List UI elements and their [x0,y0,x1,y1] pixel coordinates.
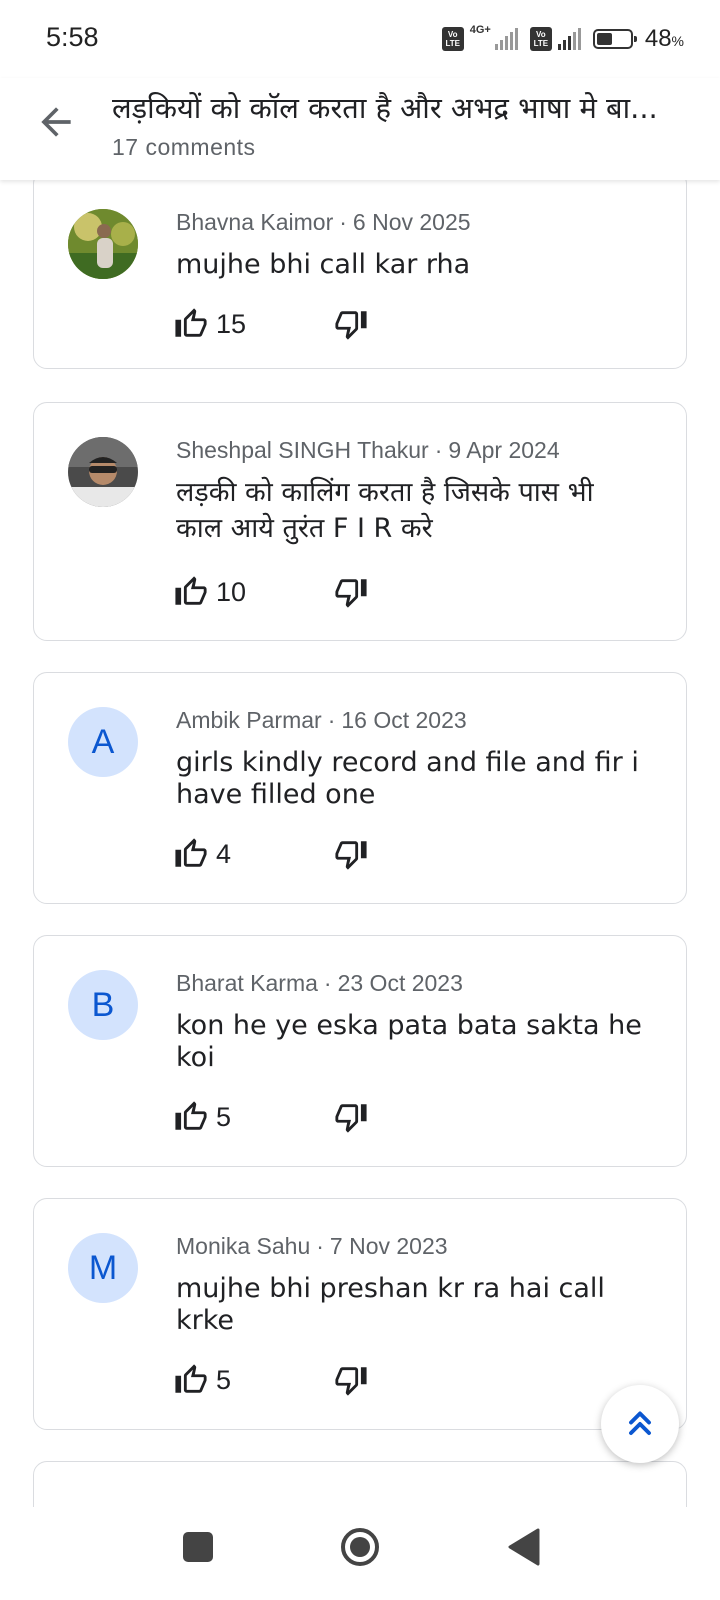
circle-icon[interactable] [340,1527,380,1567]
comment-text: लड़की को कालिंग करता है जिसके पास भी काल… [176,477,594,544]
dislike-button[interactable] [334,1363,368,1402]
triangle-back-icon[interactable] [506,1527,542,1567]
avatar[interactable]: M [68,1233,138,1303]
dislike-button[interactable] [334,837,368,876]
like-button[interactable]: 4 [174,837,231,871]
thumb-down-icon [335,311,367,340]
comment-date: 23 Oct 2023 [337,970,463,996]
avatar[interactable] [68,437,138,507]
scroll-to-top-button[interactable] [601,1385,679,1463]
like-button[interactable]: 15 [174,307,246,341]
comment-card: B Bharat Karma · 23 Oct 2023 kon he ye esk… [33,935,687,1167]
like-button[interactable]: 10 [174,575,246,609]
comment-card: Sheshpal SINGH Thakur · 9 Apr 2024 लड़की क… [33,402,687,641]
comment-meta: Monika Sahu · 7 Nov 2023 [176,1233,448,1259]
author-name[interactable]: Sheshpal SINGH Thakur [176,437,429,463]
comment-meta: Bhavna Kaimor · 6 Nov 2025 [176,209,471,235]
avatar-photo [68,437,138,507]
dislike-button[interactable] [334,1100,368,1139]
avatar-photo [68,209,138,279]
comment-text: mujhe bhi call kar rha [176,249,471,280]
app-header: लड़कियों को कॉल करता है और अभद्र भाषा मे… [0,78,720,180]
comment-date: 6 Nov 2025 [352,209,471,235]
like-button[interactable]: 5 [174,1100,231,1134]
thumb-up-icon [175,838,207,867]
double-chevron-up-icon [629,1411,651,1435]
comment-text: mujhe bhi preshan kr ra hai call krke [176,1273,605,1336]
signal-icon-2 [557,28,581,50]
volte-icon: Vo LTE [441,27,464,51]
like-count: 10 [216,576,247,607]
comment-text: girls kindly record and file and fir i h… [176,747,639,810]
back-button[interactable] [34,100,78,144]
comment-meta: Ambik Parmar · 16 Oct 2023 [176,707,467,733]
comments-list[interactable]: Bhavna Kaimor · 6 Nov 2025 mujhe bhi call … [0,180,720,1507]
comment-count: 17 comments [112,134,256,160]
page-title: लड़कियों को कॉल करता है और अभद्र भाषा मे… [112,91,658,125]
comment-card: M Monika Sahu · 7 Nov 2023 mujhe bhi presh… [33,1198,687,1430]
author-name[interactable]: Ambik Parmar [176,707,322,733]
dislike-button[interactable] [334,575,368,614]
status-time: 5:58 [46,22,99,52]
status-bar: 5:58 Vo LTE 4G+ Vo LTE 48% [0,0,720,78]
thumb-down-icon [335,841,367,870]
volte-icon-2: Vo LTE [529,27,552,51]
comment-meta: Sheshpal SINGH Thakur · 9 Apr 2024 [176,437,560,463]
like-count: 5 [216,1101,232,1132]
avatar[interactable]: B [68,970,138,1040]
like-count: 5 [216,1364,232,1395]
comment-date: 16 Oct 2023 [341,707,467,733]
author-name[interactable]: Bhavna Kaimor [176,209,333,235]
like-count: 15 [216,308,247,339]
comment-text: kon he ye eska pata bata sakta he koi [176,1010,642,1073]
screen: 5:58 Vo LTE 4G+ Vo LTE 48% लड़कियों को क… [0,0,720,1600]
comment-date: 7 Nov 2023 [329,1233,448,1259]
comment-card: Bhavna Kaimor · 6 Nov 2025 mujhe bhi call … [33,180,687,369]
comment-actions: 4 [174,837,434,873]
like-button[interactable]: 5 [174,1363,231,1397]
thumb-up-icon [175,576,207,605]
network-type: 4G+ [469,24,491,36]
comment-card [33,1461,687,1507]
comment-date: 9 Apr 2024 [448,437,560,463]
battery-icon [592,29,637,49]
thumb-down-icon [335,579,367,608]
avatar[interactable] [68,209,138,279]
comment-card: A Ambik Parmar · 16 Oct 2023 girls kindly … [33,672,687,904]
battery-percent: 48% [644,25,684,52]
author-name[interactable]: Bharat Karma [176,970,318,996]
comment-actions: 5 [174,1100,434,1136]
comment-actions: 10 [174,575,434,611]
thumb-up-icon [175,1101,207,1130]
thumb-down-icon [335,1367,367,1396]
like-count: 4 [216,838,232,869]
battery-fill [596,33,612,45]
thumb-up-icon [175,1364,207,1393]
author-name[interactable]: Monika Sahu [176,1233,310,1259]
status-icons: Vo LTE 4G+ Vo LTE 48% [441,22,684,56]
thumb-up-icon [175,308,207,337]
square-icon[interactable] [183,1532,213,1562]
signal-icon-1 [494,28,518,50]
comment-actions: 5 [174,1363,434,1399]
arrow-back-icon [41,107,71,137]
system-nav-bar [0,1507,720,1600]
thumb-down-icon [335,1104,367,1133]
avatar[interactable]: A [68,707,138,777]
dislike-button[interactable] [334,307,368,346]
comment-actions: 15 [174,307,434,343]
comment-meta: Bharat Karma · 23 Oct 2023 [176,970,463,996]
